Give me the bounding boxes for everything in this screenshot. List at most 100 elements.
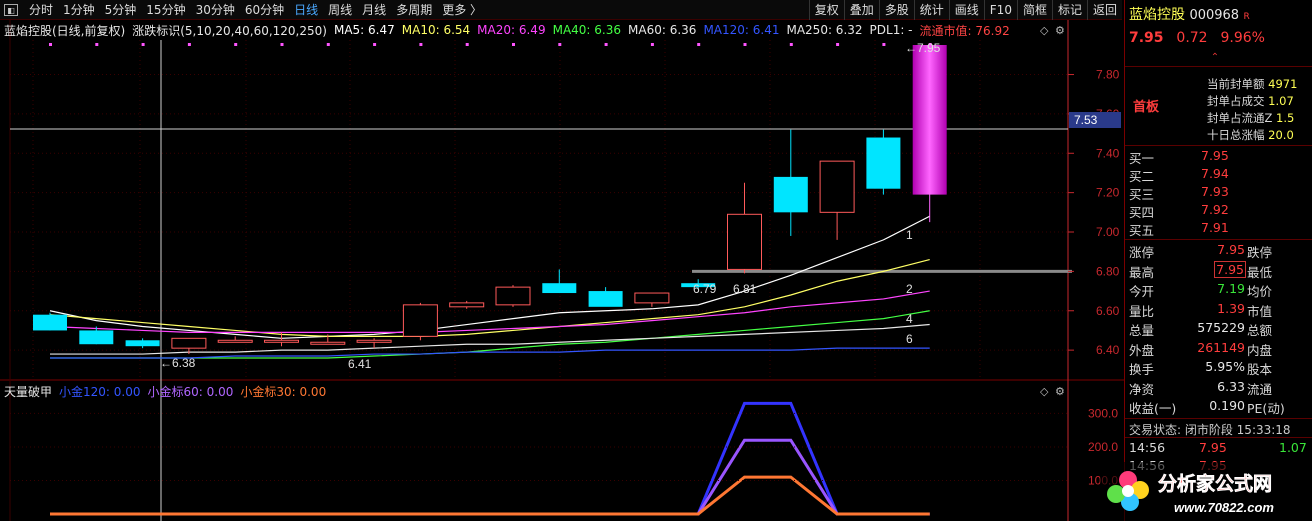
stat-label: 收益(一) [1129,401,1177,416]
period-tab-5[interactable]: 60分钟 [240,0,289,20]
period-tab-1[interactable]: 1分钟 [58,0,100,20]
candle-body-up [217,339,253,343]
tool-button-7[interactable]: 标记 [1051,0,1087,20]
period-tab-0[interactable]: 分时 [24,0,58,20]
period-tab-9[interactable]: 多周期 [391,0,437,20]
candle-body-down [33,314,67,331]
sub-diamond-icon: ◇ [1040,385,1049,398]
bid-price: 7.91 [1201,220,1229,235]
chart-grid [0,20,1124,521]
period-tabs: ◧ 分时 1分钟 5分钟 15分钟 30分钟 60分钟 日线 周线 月线 多周期 更多 〉 [0,0,487,20]
seal-float-label: 封单占流通Z [1207,111,1273,125]
top-marker [141,43,145,46]
ma40-value: MA40: 6.36 [552,23,622,37]
axis-tick-label: 7.20 [1096,186,1120,200]
stat-label: 总量 [1129,323,1155,338]
bid-row[interactable]: 买五 7.91 [1129,220,1312,239]
stat-label: 涨停 [1129,245,1155,260]
stat-label: 量比 [1129,303,1155,319]
gear-icon: ⚙ [1055,24,1065,37]
tool-button-6[interactable]: 简框 [1016,0,1052,20]
top-marker [882,43,886,46]
top-marker [512,43,515,46]
stat-value: 575229 [1197,320,1245,335]
stat-label-2: 均价 [1247,284,1273,299]
bid-row[interactable]: 买一 7.95 [1129,148,1312,167]
candle-body-down [79,330,114,345]
bid-row[interactable]: 买三 7.93 [1129,184,1312,203]
ma20-value: MA20: 6.49 [477,23,546,37]
period-tab-10[interactable]: 更多 〉 [437,0,487,20]
stat-label: 净资 [1129,381,1155,397]
tool-button-3[interactable]: 统计 [913,0,949,20]
top-marker [604,43,608,46]
candle-body-up [819,160,855,213]
top-marker [419,43,423,46]
bid-price: 7.95 [1201,148,1229,163]
sub-value-3: 小金标30: 0.00 [240,384,327,399]
stock-code: 000968 [1189,8,1240,23]
period-tab-8[interactable]: 月线 [357,0,391,20]
top-marker [650,43,654,46]
period-tab-6[interactable]: 日线 [289,0,323,20]
stat-row: 换手 5.95% 股本 [1129,359,1312,378]
bid-label: 买四 [1129,205,1155,220]
candle-body-up [727,213,762,270]
axis-tick-label: 7.40 [1096,146,1120,160]
ten-day-value: 20.0 [1268,128,1294,142]
pdl-value: PDL1: - [869,23,913,37]
candle-body-down [866,137,901,189]
tool-button-2[interactable]: 多股 [878,0,914,20]
tool-button-8[interactable]: 返回 [1086,0,1122,20]
seal-amount-value: 4971 [1268,77,1298,91]
candle-body-down [588,291,623,307]
price-annotation: 6.81 [733,282,757,296]
line-label: 6 [906,332,913,346]
stat-row: 总量 575229 总额 [1129,320,1312,339]
period-tab-4[interactable]: 30分钟 [191,0,240,20]
stat-row: 今开 7.19 均价 [1129,281,1312,300]
top-marker [465,43,469,46]
tool-button-0[interactable]: 复权 [808,0,844,20]
stat-row: 外盘 261149 内盘 [1129,340,1312,359]
bid-price: 7.94 [1201,166,1229,181]
tool-button-4[interactable]: 画线 [948,0,984,20]
stat-label-2: PE(动) [1247,401,1285,416]
top-marker [697,43,701,46]
period-tab-7[interactable]: 周线 [323,0,357,20]
indicator-name[interactable]: 涨跌标识(5,10,20,40,60,120,250) [132,22,327,39]
sub-value-2: 小金标60: 0.00 [147,384,234,399]
stat-row: 收益(一) 0.190 PE(动) [1129,398,1312,417]
price-pct: 9.96% [1220,30,1265,46]
price-annotation: 6.41 [348,357,372,371]
top-marker [95,43,99,46]
stat-label-2: 跌停 [1247,245,1273,260]
period-tab-3[interactable]: 15分钟 [141,0,190,20]
bid-row[interactable]: 买二 7.94 [1129,166,1312,185]
tick-price: 7.95 [1199,440,1227,455]
sub-axis-tick: 300.0 [1088,406,1118,420]
ma60-value: MA60: 6.36 [628,23,697,37]
stat-label-2: 流通 [1247,381,1273,397]
top-marker [789,43,793,46]
kline-chart[interactable]: 300.0200.0100.0 7.807.607.407.207.006.80… [0,0,1124,521]
stock-header: 蓝焰控股 000968 R [1129,4,1312,24]
stat-label-2: 最低 [1247,264,1273,280]
tool-button-5[interactable]: F10 [983,0,1017,20]
bid-row[interactable]: 买四 7.92 [1129,202,1312,221]
ma120-value: MA120: 6.41 [703,23,780,37]
period-tab-2[interactable]: 5分钟 [100,0,142,20]
expand-icon[interactable]: ⌃ [1205,52,1225,64]
ten-day-label: 十日总涨幅 [1207,128,1265,142]
line-label: 4 [906,312,913,326]
bid-price: 7.93 [1201,184,1229,199]
collapse-icon[interactable]: ◧ [4,4,18,16]
stat-value: 6.33 [1217,378,1245,394]
candle-body-up [356,339,392,343]
seal-float-value: 1.5 [1276,111,1295,125]
sub-indicator-name[interactable]: 天量破甲 [4,383,52,400]
axis-tick-label: 6.60 [1096,304,1120,318]
tool-button-1[interactable]: 叠加 [843,0,879,20]
candle-body-up [402,304,438,337]
quote-panel: 蓝焰控股 000968 R 7.95 0.72 9.96% ⌃ 首板 当前封单额… [1124,0,1312,521]
